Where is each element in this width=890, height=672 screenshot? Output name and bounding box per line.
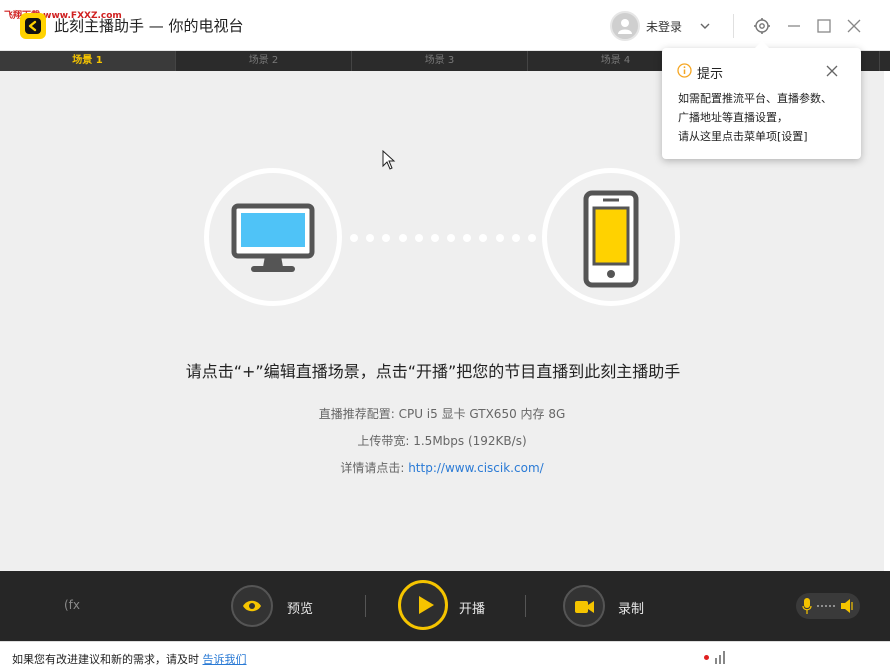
feedback-link[interactable]: 告诉我们 xyxy=(203,653,247,666)
config-label: 直播推荐配置: xyxy=(318,407,395,421)
gear-icon[interactable] xyxy=(752,16,772,36)
tooltip-line: 请从这里点击菜单项[设置] xyxy=(678,130,808,143)
effects-button[interactable]: (fx xyxy=(64,598,80,612)
app-title: 此刻主播助手 — 你的电视台 xyxy=(54,17,244,35)
record-button[interactable] xyxy=(563,585,605,627)
start-live-label[interactable]: 开播 xyxy=(459,598,485,617)
login-status[interactable]: 未登录 xyxy=(646,18,682,35)
tooltip-arrow xyxy=(755,41,769,48)
speaker-icon xyxy=(841,599,853,613)
maximize-icon[interactable] xyxy=(814,16,834,36)
eye-icon xyxy=(243,600,261,612)
connection-dots xyxy=(350,234,536,242)
monitor-icon xyxy=(231,203,315,272)
tooltip-line: 如需配置推流平台、直播参数、 xyxy=(678,92,832,105)
toolbar-divider xyxy=(733,14,734,38)
toolbar-divider xyxy=(525,595,526,617)
upload-label: 上传带宽: xyxy=(357,434,410,448)
phone-icon xyxy=(583,190,639,288)
close-icon[interactable] xyxy=(825,63,839,82)
minimize-icon[interactable] xyxy=(784,16,804,36)
instruction-headline: 请点击“+”编辑直播场景，点击“开播”把您的节目直播到此刻主播助手 xyxy=(185,362,681,381)
config-value: CPU i5 显卡 GTX650 内存 8G xyxy=(398,407,566,421)
record-label[interactable]: 录制 xyxy=(618,598,644,617)
microphone-icon xyxy=(802,598,812,614)
audio-control[interactable] xyxy=(796,593,860,619)
tab-scene-1[interactable]: 场景 1 xyxy=(0,51,176,71)
recommended-config: 直播推荐配置: CPU i5 显卡 GTX650 内存 8G xyxy=(0,405,884,422)
network-status-icon xyxy=(715,651,725,664)
upload-bandwidth: 上传带宽: 1.5Mbps (192KB/s) xyxy=(0,432,884,449)
details-label: 详情请点击: xyxy=(340,461,405,475)
tooltip-title: 提示 xyxy=(697,67,724,82)
upload-value: 1.5Mbps (192KB/s) xyxy=(413,434,527,448)
chevron-down-icon[interactable] xyxy=(699,17,711,36)
close-icon[interactable] xyxy=(844,16,864,36)
details-link[interactable]: http://www.ciscik.com/ xyxy=(408,461,543,475)
preview-label[interactable]: 预览 xyxy=(287,598,313,617)
notification-dot xyxy=(704,655,709,660)
details-row: 详情请点击: http://www.ciscik.com/ xyxy=(0,459,884,476)
pc-illustration xyxy=(204,168,342,306)
tab-scene-2[interactable]: 场景 2 xyxy=(176,51,352,71)
tooltip-body: 如需配置推流平台、直播参数、 广播地址等直播设置， 请从这里点击菜单项[设置] xyxy=(678,89,854,146)
preview-button[interactable] xyxy=(231,585,273,627)
phone-illustration xyxy=(542,168,680,306)
app-logo-icon xyxy=(20,13,46,39)
window-edge xyxy=(884,71,890,571)
bottom-toolbar: (fx 预览 开播 录制 xyxy=(0,571,890,641)
start-live-button[interactable] xyxy=(398,580,448,630)
video-camera-icon xyxy=(575,601,594,613)
play-icon xyxy=(419,596,434,614)
tooltip-line: 广播地址等直播设置， xyxy=(678,111,788,124)
avatar-icon[interactable] xyxy=(610,11,640,41)
feedback-message: 如果您有改进建议和新的需求，请及时 告诉我们 xyxy=(12,651,247,667)
status-bar: 如果您有改进建议和新的需求，请及时 告诉我们 xyxy=(0,641,890,672)
feedback-text: 如果您有改进建议和新的需求，请及时 xyxy=(12,653,199,666)
mouse-cursor-icon xyxy=(382,149,396,174)
info-icon xyxy=(677,63,692,82)
volume-level-dots xyxy=(817,605,835,607)
settings-tooltip: 提示 如需配置推流平台、直播参数、 广播地址等直播设置， 请从这里点击菜单项[设… xyxy=(662,41,861,159)
toolbar-divider xyxy=(365,595,366,617)
tab-scene-3[interactable]: 场景 3 xyxy=(352,51,528,71)
